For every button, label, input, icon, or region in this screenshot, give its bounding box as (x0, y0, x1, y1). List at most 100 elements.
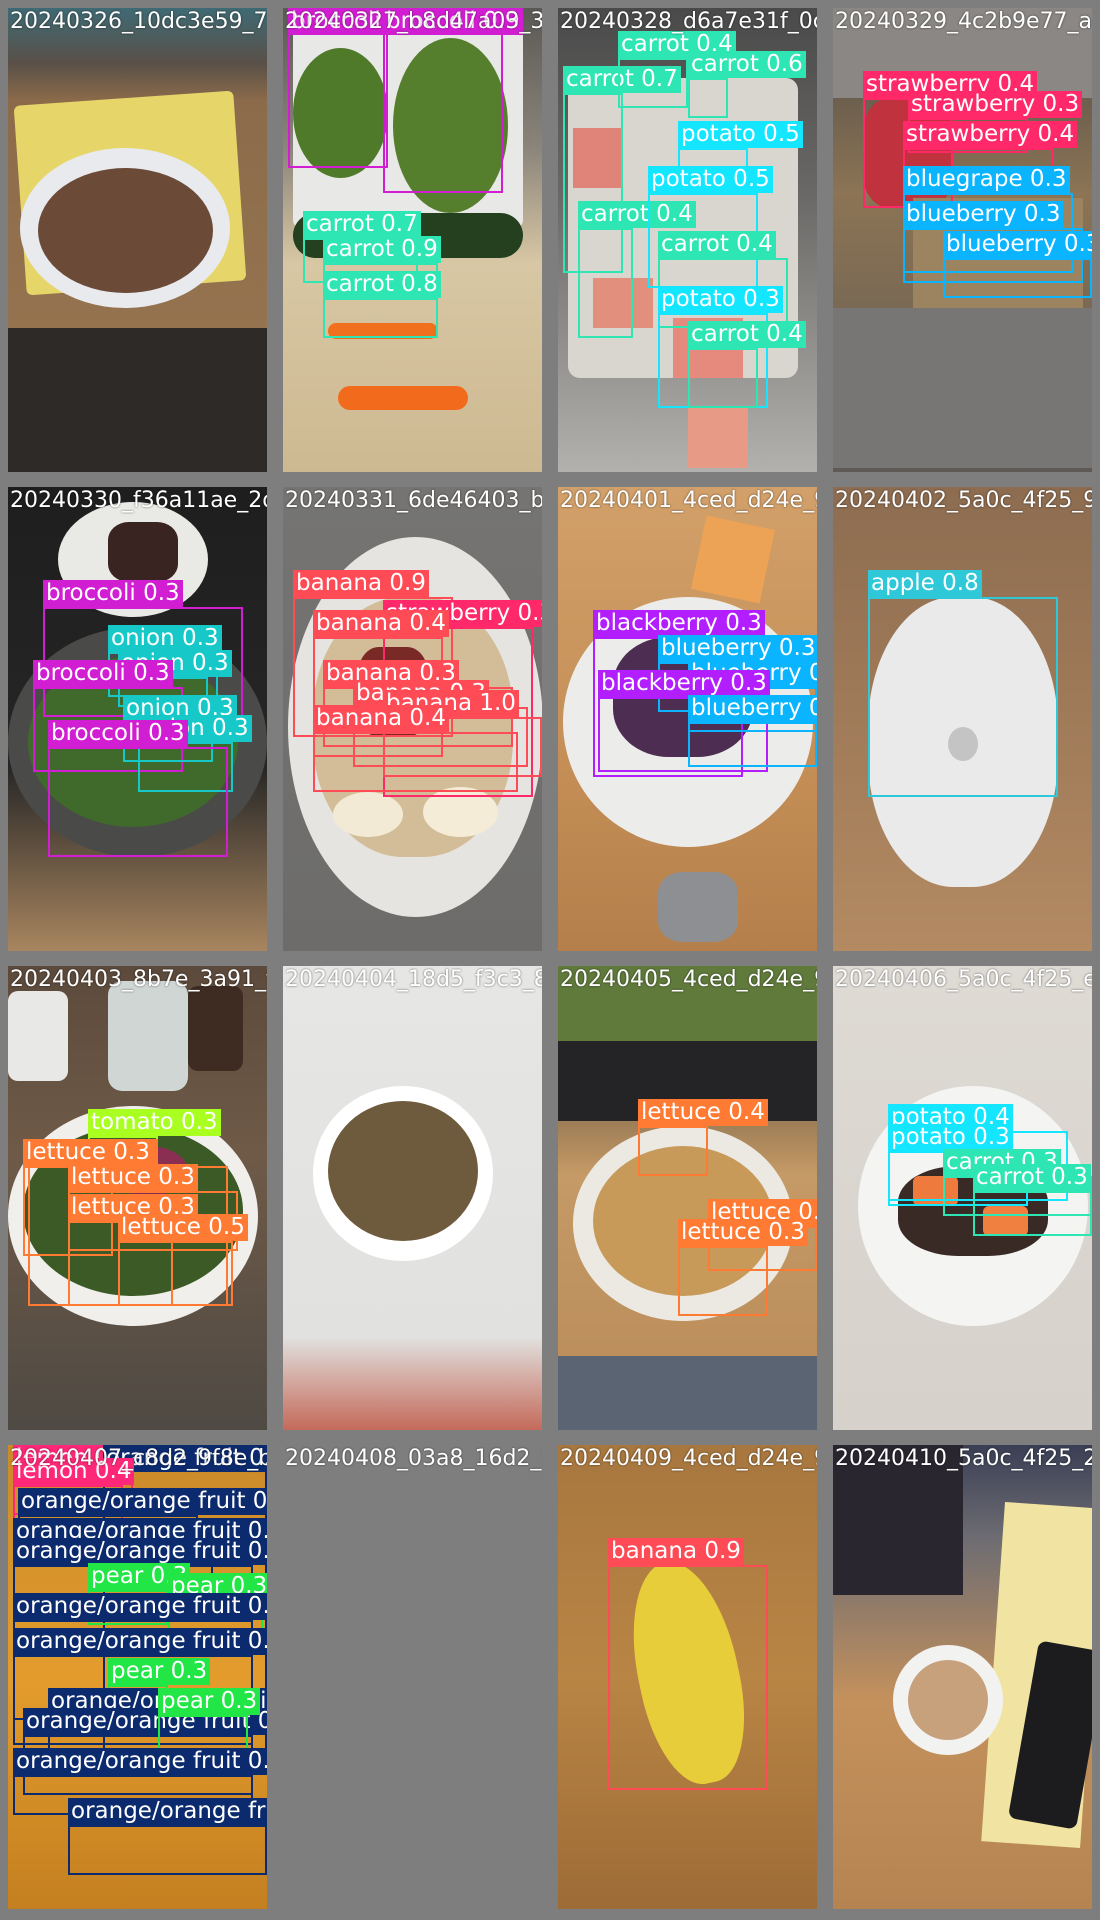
photo-object (188, 986, 243, 1071)
bounding-box (688, 722, 817, 767)
photo-object (658, 872, 738, 942)
bounding-box (313, 732, 518, 792)
detection-label: carrot 0.4 (688, 321, 806, 348)
photo-object (908, 1660, 988, 1740)
detection-label: lettuce 0.3 (68, 1164, 198, 1191)
detection-label: onion 0.3 (108, 625, 222, 652)
photo-object (688, 408, 748, 468)
detection-label: broccoli 0.3 (33, 660, 173, 687)
photo-object (108, 981, 188, 1091)
detection-label: lettuce 0.3 (678, 1219, 808, 1246)
tile-filename: 20240408_03a8_16d2_f7c9e1b4 (285, 1446, 542, 1471)
bounding-box (973, 1191, 1092, 1236)
image-tile: broccoli 0.9 broccoli 0.9 carrot 0.7 carrot… (283, 8, 542, 472)
detection-label: blueberry 0.3 (943, 231, 1092, 258)
detection-label: blackberry 0.3 (593, 610, 765, 637)
image-tile: banana 0.9 strawberry 0.3 banana 0.4 banana… (283, 487, 542, 951)
detection-label: blackberry 0.3 (598, 670, 770, 697)
image-tile: lemon 0.3orange fruit 0.4lemon 0.4orange… (8, 1445, 267, 1909)
detection-label: carrot 0.9 (323, 236, 441, 263)
bounding-box (608, 1565, 768, 1790)
image-tile: banana 0.9 20240409_4ced_d24e_9c1a8e77 (558, 1445, 817, 1909)
bounding-box (383, 28, 503, 193)
bounding-box (578, 228, 633, 338)
tile-filename: 20240331_6de46403_b3f778bd_0275e21c (285, 488, 542, 513)
bounding-box (688, 78, 728, 118)
detection-label: potato 0.3 (888, 1124, 1013, 1151)
bounding-box (48, 747, 228, 857)
detection-label: potato 0.5 (648, 166, 773, 193)
photo-object (833, 308, 1092, 468)
detection-label: pear 0.3 (108, 1658, 211, 1685)
image-tile: apple 0.8 20240402_5a0c_4f25_9e5a19d2 (833, 487, 1092, 951)
detection-label: tomato 0.3 (88, 1109, 221, 1136)
detection-label: potato 0.5 (678, 121, 803, 148)
bounding-box (68, 1825, 267, 1875)
tile-filename: 20240401_4ced_d24e_9c1a82f5 (560, 488, 817, 513)
photo-empty (283, 1445, 542, 1909)
tile-filename: 20240404_18d5_f3c3_8b1e47a0 (285, 967, 542, 992)
image-tile: strawberry 0.4 strawberry 0.3 strawberry 0… (833, 8, 1092, 472)
bounding-box (118, 1241, 233, 1306)
detection-label: lettuce 0.5 (118, 1214, 248, 1241)
detection-label: banana 0.9 (608, 1538, 744, 1565)
detection-label: orange/orange fruit 0.6 (18, 1488, 267, 1515)
tile-filename: 20240410_5a0c_4f25_29a8d19c (835, 1446, 1092, 1471)
detection-label: banana 0.4 (313, 610, 449, 637)
bounding-box (688, 348, 758, 408)
tile-filename: 20240403_8b7e_3a91_f2c0d6e8 (10, 967, 267, 992)
image-tile: carrot 0.7 carrot 0.4 carrot 0.6 potato 0.5… (558, 8, 817, 472)
detection-label: blueberry 0.3 (688, 695, 817, 722)
image-tile: lettuce 0.4lettuce 0.3lettuce 0.32024040… (558, 966, 817, 1430)
bounding-box (678, 1246, 768, 1316)
bounding-box (943, 258, 1092, 298)
detection-label: broccoli 0.3 (48, 720, 188, 747)
detection-label: pear 0.3 (158, 1688, 261, 1715)
detection-label: orange/orange fruit 0.3 (13, 1628, 267, 1655)
photo-object (338, 386, 468, 410)
photo-object (108, 522, 178, 582)
detection-label: carrot 0.3 (973, 1164, 1091, 1191)
detection-label: banana 0.9 (293, 570, 429, 597)
detection-grid: 20240326_10dc3e59_77404974_f358d0d7brocc… (0, 0, 1100, 1920)
tile-filename: 20240409_4ced_d24e_9c1a8e77 (560, 1446, 817, 1471)
detection-label: carrot 0.4 (658, 231, 776, 258)
detection-label: banana 0.4 (313, 705, 449, 732)
detection-label: bluegrape 0.3 (903, 166, 1070, 193)
photo-object (333, 792, 403, 837)
bounding-box (618, 58, 688, 108)
photo-object (328, 1101, 478, 1241)
bounding-box (288, 18, 388, 168)
detection-label: orange/orange fruit 0.3 (13, 1593, 267, 1620)
detection-label: orange/orange fruit 0.3 (13, 1748, 267, 1775)
tile-filename: 20240328_d6a7e31f_0c8b62e4_16d7c3ff (560, 9, 817, 34)
detection-label: broccoli 0.3 (43, 580, 183, 607)
tile-filename: 20240402_5a0c_4f25_9e5a19d2 (835, 488, 1092, 513)
detection-label: carrot 0.6 (688, 51, 806, 78)
detection-label: orange/orange fruit 0.3 (68, 1798, 267, 1825)
bounding-box (638, 1126, 708, 1176)
bounding-box (323, 298, 438, 338)
image-tile: blackberry 0.3blueberry 0.3blueberry 0.3… (558, 487, 817, 951)
detection-label: strawberry 0.3 (908, 91, 1083, 118)
photo-object (8, 991, 68, 1081)
image-tile: potato 0.4 potato 0.3 carrot 0.3 carrot 0.3… (833, 966, 1092, 1430)
image-tile: broccoli 0.3 onion 0.3 onion 0.3 broccoli 0… (8, 487, 267, 951)
tile-filename: 20240405_4ced_d24e_9c1a8f3b (560, 967, 817, 992)
tile-filename: 20240327_b8d47a03_3ff5a1e2_c9b7a402 (285, 9, 542, 34)
detection-label: blueberry 0.3 (903, 201, 1064, 228)
detection-label: apple 0.8 (868, 570, 982, 597)
image-tile: tomato 0.3 lettuce 0.3 lettuce 0.3 lettuce … (8, 966, 267, 1430)
tile-filename: 20240407_c8d2_9f8e_b5a0e4c1 (10, 1446, 267, 1471)
photo-object (8, 328, 267, 472)
detection-label: carrot 0.7 (303, 211, 421, 238)
tile-filename: 20240406_5a0c_4f25_e3a28d0f (835, 967, 1092, 992)
photo-object (38, 168, 213, 293)
detection-label: lettuce 0.4 (638, 1099, 768, 1126)
detection-label: blueberry 0.3 (658, 635, 817, 662)
detection-label: orange/orange fruit 0.3 (13, 1538, 267, 1565)
detection-label: carrot 0.8 (323, 271, 441, 298)
tile-filename: 20240329_4c2b9e77_a31d8c40_94c0ff6d (835, 9, 1092, 34)
image-tile: 20240410_5a0c_4f25_29a8d19c (833, 1445, 1092, 1909)
tile-filename: 20240326_10dc3e59_77404974_f358d0d7 (10, 9, 267, 34)
